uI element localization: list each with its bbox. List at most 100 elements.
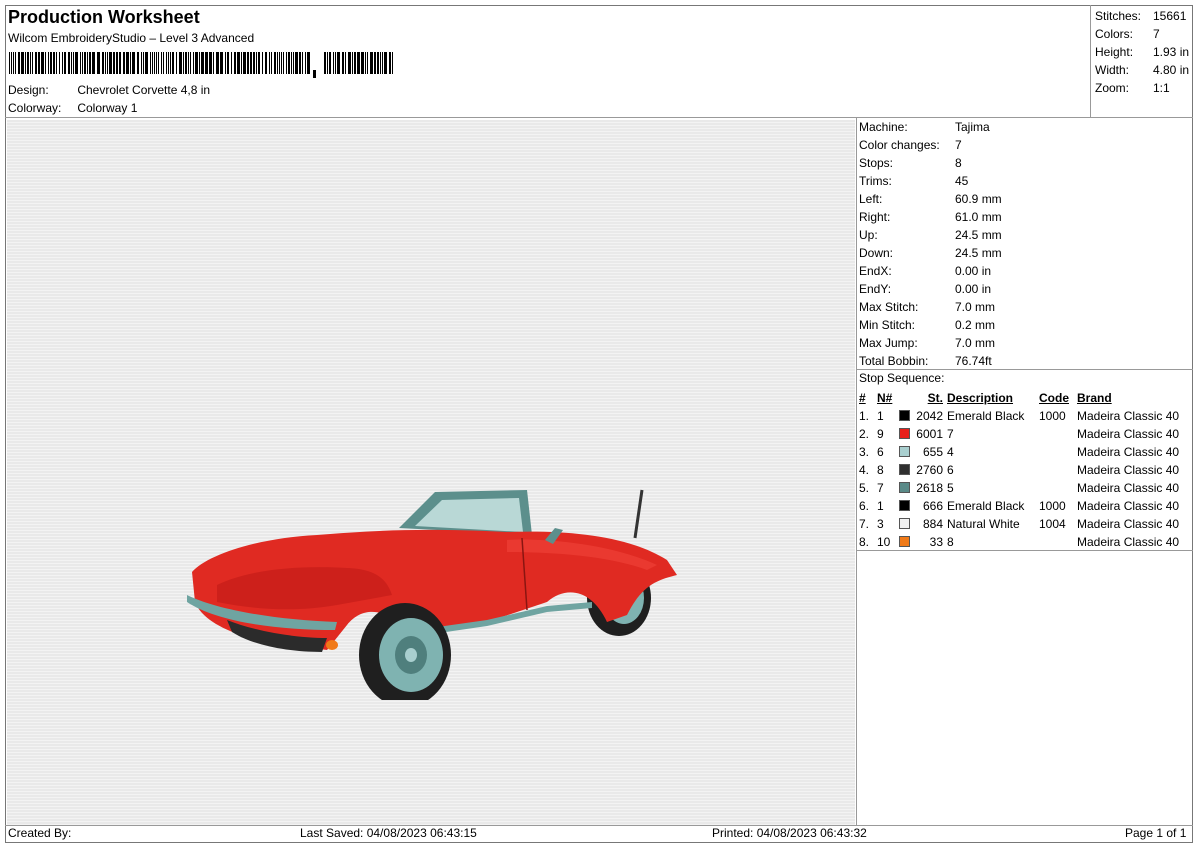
cell-num: 7.: [859, 517, 870, 531]
barcode-bar: [107, 52, 108, 74]
machine-info-row: Left: 60.9 mm: [859, 190, 1002, 208]
barcode-bar: [80, 52, 81, 74]
cell-brand: Madeira Classic 40: [1077, 445, 1180, 459]
machine-info-label: Stops:: [859, 156, 894, 170]
barcode-bar: [279, 52, 280, 74]
barcode-bar: [84, 52, 86, 74]
barcode-bar: [262, 52, 263, 74]
divider: [856, 550, 1193, 551]
cell-brand: Madeira Classic 40: [1077, 409, 1180, 423]
barcode-bar: [392, 52, 393, 74]
barcode-bar: [389, 52, 391, 74]
cell-n: 6: [877, 445, 884, 459]
barcode-bar: [295, 52, 298, 74]
barcode-bar: [324, 52, 326, 74]
machine-info-label: Min Stitch:: [859, 318, 916, 332]
stop-sequence-title: Stop Sequence:: [859, 371, 945, 385]
barcode-bar: [109, 52, 112, 74]
cell-num: 2.: [859, 427, 870, 441]
design-value: Chevrolet Corvette 4,8 in: [77, 83, 211, 97]
barcode-bar: [201, 52, 204, 74]
table-header-row: # N# St. Description Code Brand: [857, 389, 1179, 407]
barcode-bar: [161, 52, 162, 74]
barcode-bar: [176, 52, 177, 74]
cell-description: 6: [947, 463, 954, 477]
barcode-bar: [50, 52, 52, 74]
swatch-cell: [899, 479, 913, 497]
machine-info-value: 0.00 in: [955, 264, 992, 278]
barcode-bar: [209, 52, 212, 74]
barcode-bar: [382, 52, 383, 74]
barcode-bar: [105, 52, 106, 74]
machine-info-label: Machine:: [859, 120, 908, 134]
table-row: 2. 9 6001 7 Madeira Classic 40: [857, 425, 1179, 443]
color-swatch: [899, 518, 910, 529]
barcode-bar: [141, 52, 142, 74]
design-row: Design: Chevrolet Corvette 4,8 in: [8, 83, 210, 97]
barcode-bar: [354, 52, 356, 74]
barcode-bar: [291, 52, 292, 74]
cell-description: 7: [947, 427, 954, 441]
barcode-bar: [126, 52, 129, 74]
cell-num: 6.: [859, 499, 870, 513]
barcode-bar: [237, 52, 240, 74]
barcode-bar: [288, 52, 290, 74]
barcode-bar: [271, 52, 272, 74]
color-swatch: [899, 446, 910, 457]
colorway-row: Colorway: Colorway 1: [8, 101, 137, 115]
swatch-cell: [899, 515, 913, 533]
cell-n: 1: [877, 499, 884, 513]
barcode-bar: [92, 52, 95, 74]
barcode-bar: [145, 52, 148, 74]
barcode-bar: [68, 52, 70, 74]
barcode-bar: [35, 52, 37, 74]
barcode-bar: [193, 52, 194, 74]
col-header-description: Description: [947, 391, 1014, 405]
swatch-cell: [899, 497, 913, 515]
barcode-bar: [327, 52, 328, 74]
machine-info-label: Down:: [859, 246, 894, 260]
cell-stitches: 884: [922, 517, 943, 531]
table-row: 3. 6 655 4 Madeira Classic 40: [857, 443, 1179, 461]
barcode-bar: [9, 52, 10, 74]
barcode-bar: [283, 52, 284, 74]
summary-row: Colors: 7: [1095, 27, 1160, 41]
software-name: Wilcom EmbroideryStudio – Level 3 Advanc…: [8, 31, 255, 45]
footer-created-by: Created By:: [8, 826, 72, 840]
cell-code: [1039, 461, 1077, 479]
cell-num: 4.: [859, 463, 870, 477]
cell-code: 1000: [1039, 499, 1066, 513]
barcode-bar: [357, 52, 360, 74]
barcode-bar: [158, 52, 159, 74]
summary-row: Zoom: 1:1: [1095, 81, 1170, 95]
barcode-bar: [286, 52, 287, 74]
barcode-bar: [130, 52, 131, 74]
barcode-bar: [250, 52, 252, 74]
barcode-bar: [337, 52, 340, 74]
barcode-bar: [213, 52, 214, 74]
machine-info-row: Color changes: 7: [859, 136, 1002, 154]
barcode-bar: [277, 52, 278, 74]
machine-info-label: Total Bobbin:: [859, 354, 929, 368]
barcode-bar: [183, 52, 184, 74]
barcode-bar: [137, 52, 139, 74]
barcode-bar: [75, 52, 78, 74]
table-row: 1. 1 2042 Emerald Black 1000 Madeira Classic …: [857, 407, 1179, 425]
swatch-cell: [899, 407, 913, 425]
cell-description: 5: [947, 481, 954, 495]
cell-n: 7: [877, 481, 884, 495]
table-row: 7. 3 884 Natural White 1004 Madeira Classic 4…: [857, 515, 1179, 533]
barcode-bar: [123, 52, 125, 74]
barcode-bar: [225, 52, 226, 74]
swatch-cell: [899, 443, 913, 461]
machine-info-label: Up:: [859, 228, 878, 242]
cell-num: 8.: [859, 535, 870, 549]
machine-info-value: 7: [955, 138, 962, 152]
machine-info-label: EndX:: [859, 264, 892, 278]
machine-info-label: EndY:: [859, 282, 892, 296]
swatch-cell: [899, 533, 913, 551]
barcode-bar: [59, 52, 60, 74]
barcode-bar: [71, 52, 72, 74]
barcode-bar: [15, 52, 16, 74]
barcode-bar: [365, 52, 366, 74]
